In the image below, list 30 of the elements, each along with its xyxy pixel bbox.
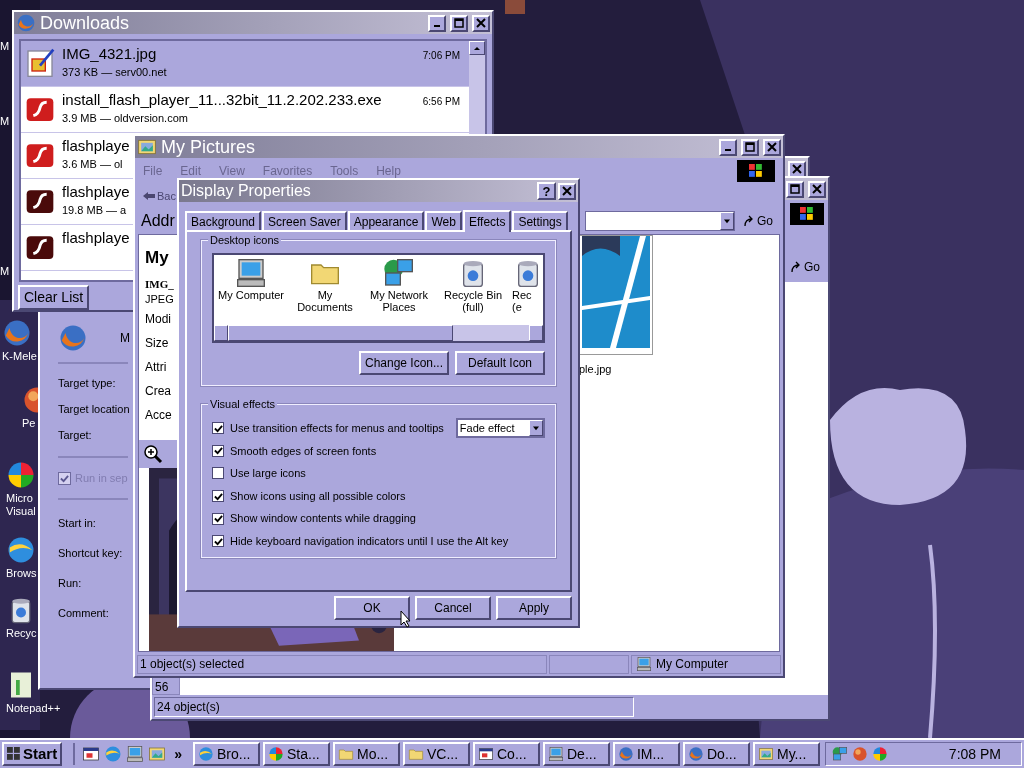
folder-icon — [408, 746, 424, 762]
fox-icon — [618, 746, 634, 762]
clock: 7:08 PM — [948, 744, 1002, 764]
picture-folder-icon — [148, 745, 167, 763]
taskbar-button[interactable]: IM... — [613, 742, 680, 766]
color-wheel-icon — [872, 746, 888, 762]
computer-icon — [548, 746, 564, 762]
taskbar-button[interactable]: My... — [753, 742, 820, 766]
window-icon — [478, 746, 494, 762]
fox-icon — [688, 746, 704, 762]
taskbar-button[interactable]: Bro... — [193, 742, 260, 766]
folder-icon — [338, 746, 354, 762]
color-wheel-icon — [268, 746, 284, 762]
computer-icon — [126, 745, 145, 763]
taskbar-button[interactable]: VC... — [403, 742, 470, 766]
ball-icon — [852, 746, 868, 762]
globe-icon — [104, 745, 123, 763]
picture-folder-icon — [758, 746, 774, 762]
taskbar-button[interactable]: Co... — [473, 742, 540, 766]
taskbar-button[interactable]: Do... — [683, 742, 750, 766]
quick-launch-icon[interactable] — [82, 745, 101, 763]
taskbar-button[interactable]: De... — [543, 742, 610, 766]
window-icon — [82, 745, 101, 763]
windows-logo — [7, 747, 21, 761]
network-icon — [832, 746, 848, 762]
start-button[interactable]: Start — [2, 742, 63, 766]
taskbar-button[interactable]: Sta... — [263, 742, 330, 766]
taskbar-button[interactable]: Mo... — [333, 742, 400, 766]
more-button[interactable]: » — [170, 743, 186, 765]
globe-icon — [198, 746, 214, 762]
